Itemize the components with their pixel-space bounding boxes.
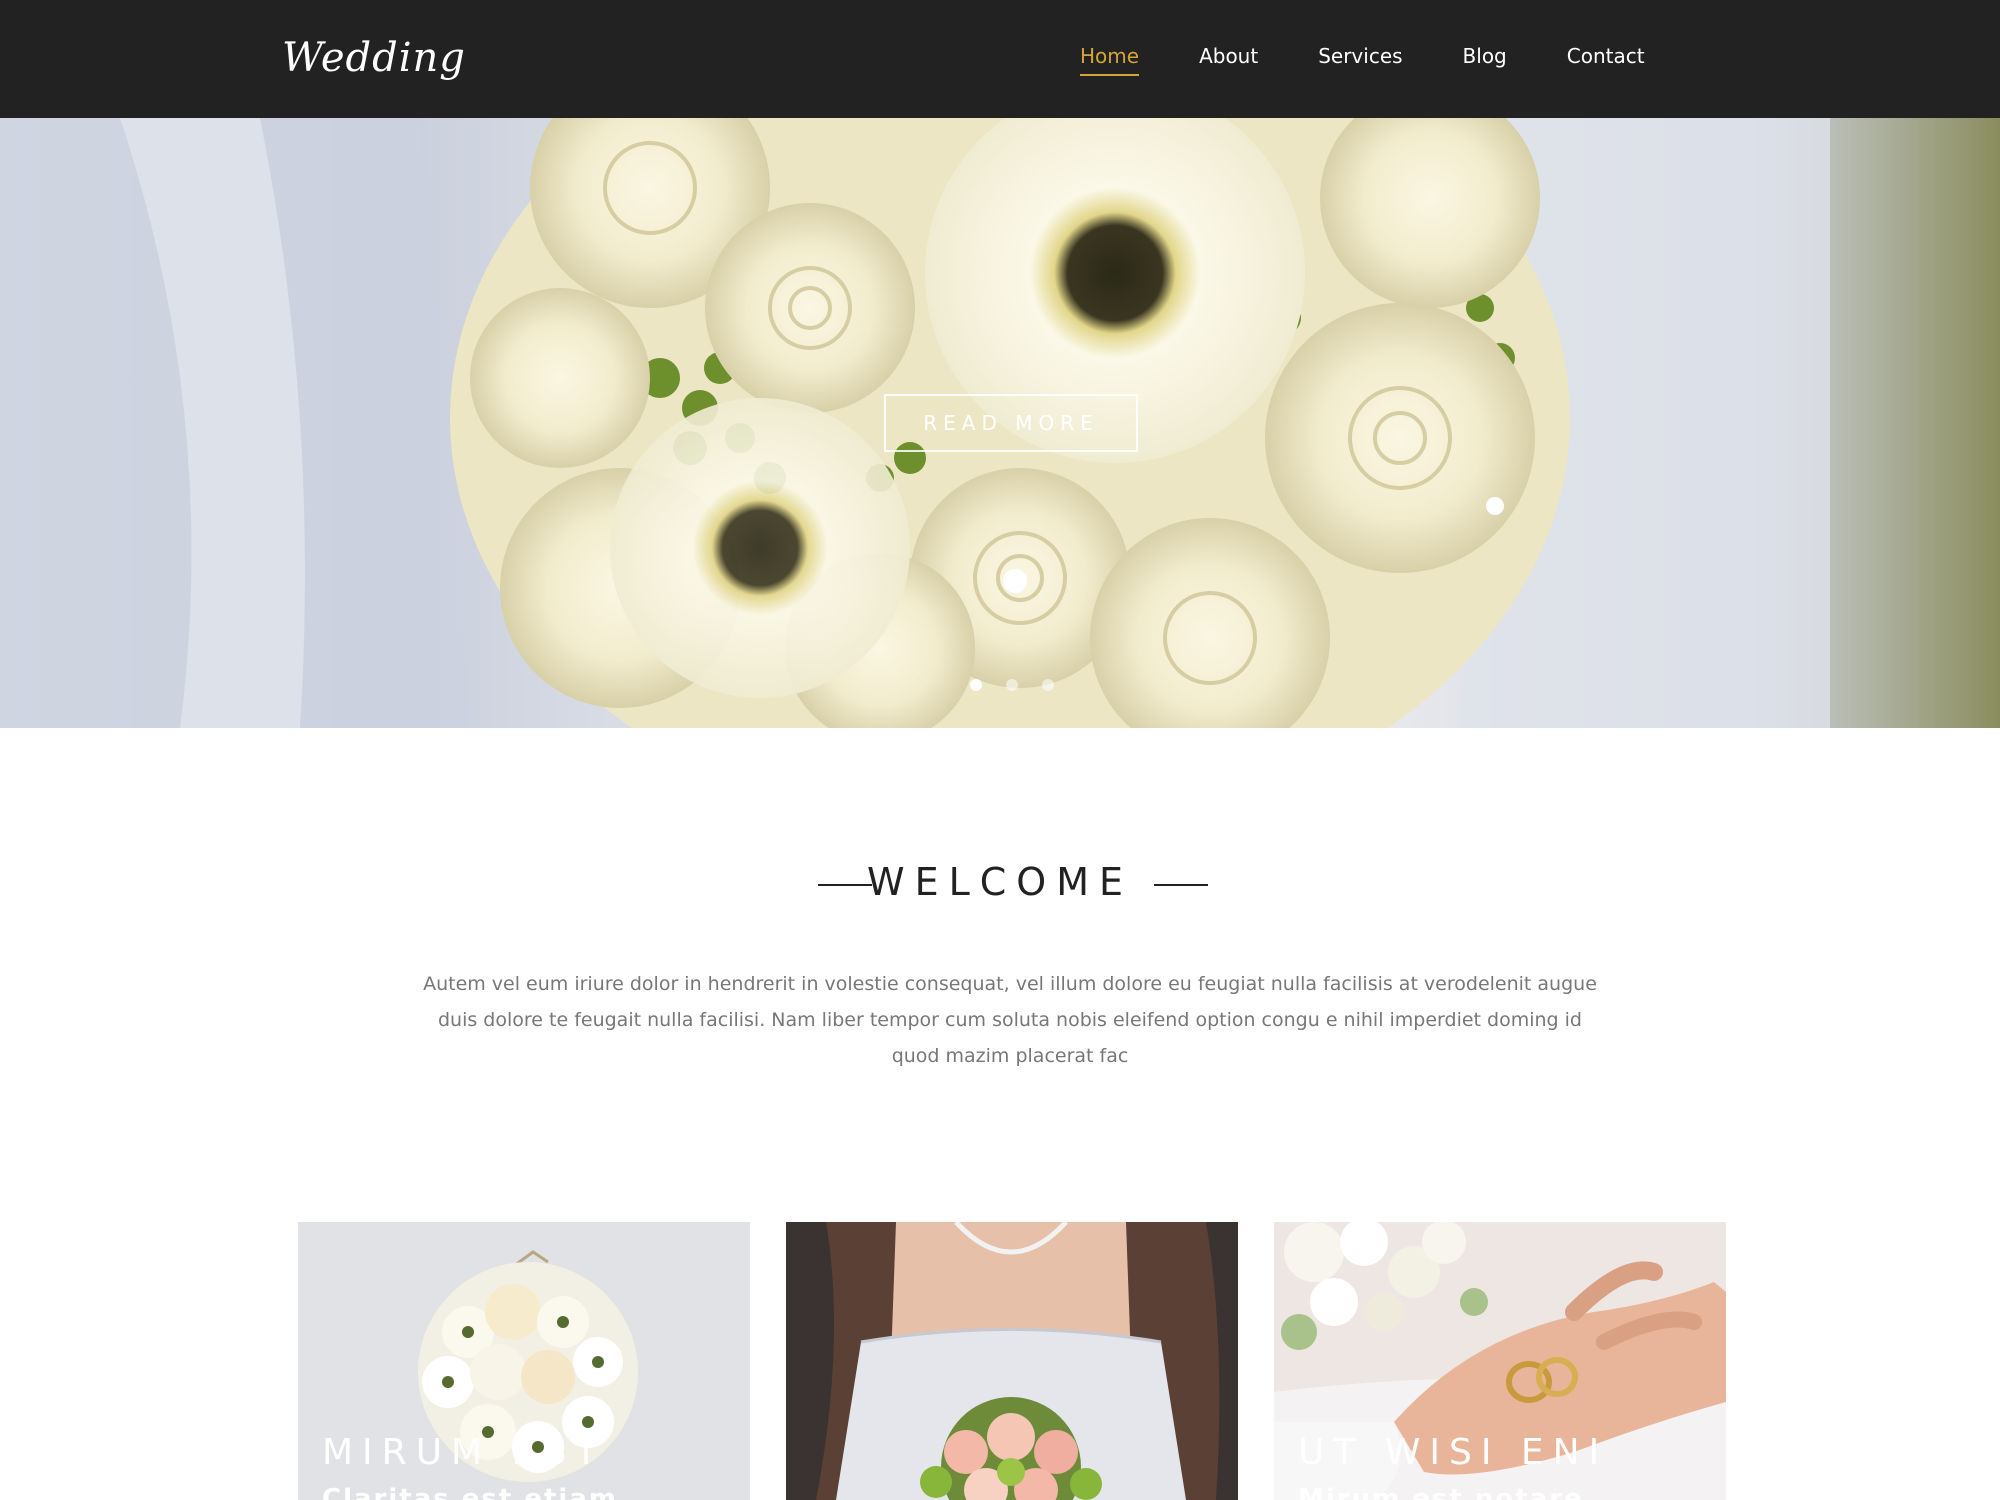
card-title: UT WISI ENI [1298, 1432, 1609, 1473]
feature-card-3[interactable]: UT WISI ENI Mirum est notare [1274, 1222, 1726, 1500]
bride-image [786, 1222, 1238, 1500]
nav-contact[interactable]: Contact [1567, 36, 1645, 76]
nav-services[interactable]: Services [1318, 36, 1402, 76]
card-subtitle: Claritas est etiam [322, 1484, 618, 1500]
welcome-text: Autem vel eum iriure dolor in hendrerit … [423, 973, 1597, 1067]
site-logo[interactable]: Wedding [282, 26, 465, 90]
hero-slider: READ MORE [0, 118, 2000, 728]
title-rule-right [1154, 884, 1208, 886]
feature-card-2[interactable] [786, 1222, 1238, 1500]
nav-home[interactable]: Home [1080, 36, 1140, 76]
main-nav: Home About Services Blog Contact [1080, 36, 1705, 76]
slider-dots [970, 679, 1078, 691]
slider-dot-1[interactable] [970, 679, 982, 691]
slider-dot-2[interactable] [1006, 679, 1018, 691]
logo-text: Wedding [282, 35, 466, 81]
slider-dot-3[interactable] [1042, 679, 1054, 691]
site-header: Wedding Home About Services Blog Contact [0, 0, 2000, 118]
nav-blog[interactable]: Blog [1463, 36, 1507, 76]
card-subtitle: Mirum est notare [1298, 1484, 1584, 1500]
welcome-title: WELCOME [867, 860, 1133, 904]
card-title: MIRUM EST [322, 1432, 607, 1473]
feature-card-1[interactable]: MIRUM EST Claritas est etiam [298, 1222, 750, 1500]
nav-about[interactable]: About [1199, 36, 1258, 76]
read-more-button[interactable]: READ MORE [884, 394, 1138, 452]
